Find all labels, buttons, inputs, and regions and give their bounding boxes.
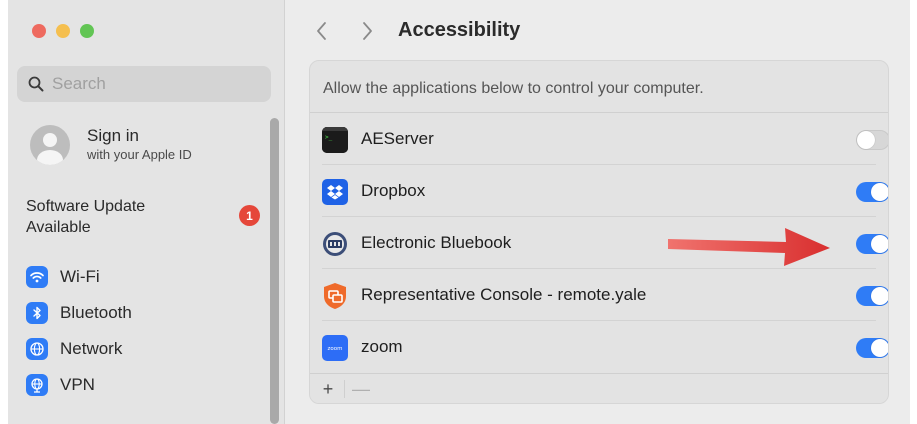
update-count-badge: 1 bbox=[239, 205, 260, 226]
sidebar-item-wifi[interactable]: Wi-Fi bbox=[26, 264, 100, 290]
bluetooth-icon bbox=[26, 302, 48, 324]
svg-text:>_: >_ bbox=[325, 134, 333, 141]
software-update-label: Software Update Available bbox=[26, 198, 146, 236]
app-name: zoom bbox=[361, 337, 403, 356]
aeserver-toggle[interactable] bbox=[856, 130, 888, 150]
zoom-toggle[interactable] bbox=[856, 338, 888, 358]
divider bbox=[344, 380, 345, 398]
person-icon bbox=[37, 133, 63, 165]
annotation-arrow-icon bbox=[668, 228, 830, 266]
globe-icon bbox=[26, 338, 48, 360]
sign-in-subtitle: with your Apple ID bbox=[87, 147, 192, 162]
sidebar-item-label: Wi-Fi bbox=[60, 267, 100, 286]
sidebar-item-vpn[interactable]: VPN bbox=[26, 372, 95, 398]
app-row-aeserver: >_ AEServer bbox=[310, 113, 888, 165]
vpn-globe-icon bbox=[26, 374, 48, 396]
search-box[interactable] bbox=[17, 66, 271, 102]
sidebar-item-label: Bluetooth bbox=[60, 303, 132, 322]
dropbox-toggle[interactable] bbox=[856, 182, 888, 202]
system-settings-window: Sign in with your Apple ID Software Upda… bbox=[8, 0, 910, 424]
svg-text:zoom: zoom bbox=[328, 346, 343, 352]
sidebar-item-label: Network bbox=[60, 339, 123, 358]
sidebar-item-network[interactable]: Network bbox=[26, 336, 122, 362]
avatar bbox=[30, 125, 70, 165]
app-name: Representative Console - remote.yale bbox=[361, 285, 647, 304]
page-title: Accessibility bbox=[398, 19, 521, 41]
app-name: Dropbox bbox=[361, 181, 426, 200]
zoom-icon: zoom bbox=[322, 335, 348, 361]
search-icon bbox=[28, 76, 44, 92]
representative-console-toggle[interactable] bbox=[856, 286, 888, 306]
representative-console-icon bbox=[322, 283, 348, 309]
app-name: Electronic Bluebook bbox=[361, 233, 512, 252]
window-close-button[interactable] bbox=[32, 24, 46, 38]
software-update-item[interactable]: Software Update Available 1 bbox=[26, 196, 266, 240]
add-app-button[interactable]: + bbox=[317, 378, 339, 400]
main-content: Accessibility Allow the applications bel… bbox=[285, 0, 910, 424]
electronic-bluebook-toggle[interactable] bbox=[856, 234, 888, 254]
wifi-icon bbox=[26, 266, 48, 288]
back-chevron-icon[interactable] bbox=[312, 19, 332, 43]
sidebar-item-label: VPN bbox=[60, 375, 95, 394]
sidebar: Sign in with your Apple ID Software Upda… bbox=[8, 0, 285, 424]
app-row-dropbox: Dropbox bbox=[310, 165, 888, 217]
apple-id-sign-in[interactable]: Sign in with your Apple ID bbox=[30, 122, 250, 168]
bluebook-icon bbox=[322, 231, 348, 257]
app-name: AEServer bbox=[361, 129, 434, 148]
app-row-zoom: zoom zoom bbox=[310, 321, 888, 373]
search-input[interactable] bbox=[52, 74, 252, 94]
forward-chevron-icon[interactable] bbox=[357, 19, 377, 43]
sign-in-title: Sign in bbox=[87, 126, 139, 145]
sidebar-scrollbar[interactable] bbox=[270, 118, 279, 424]
window-zoom-button[interactable] bbox=[80, 24, 94, 38]
sidebar-item-bluetooth[interactable]: Bluetooth bbox=[26, 300, 132, 326]
window-minimize-button[interactable] bbox=[56, 24, 70, 38]
panel-footer: + — bbox=[310, 373, 888, 403]
app-row-representative-console: Representative Console - remote.yale bbox=[310, 269, 888, 321]
panel-description: Allow the applications below to control … bbox=[323, 80, 704, 97]
terminal-icon: >_ bbox=[322, 127, 348, 153]
dropbox-icon bbox=[322, 179, 348, 205]
remove-app-button[interactable]: — bbox=[350, 378, 372, 400]
